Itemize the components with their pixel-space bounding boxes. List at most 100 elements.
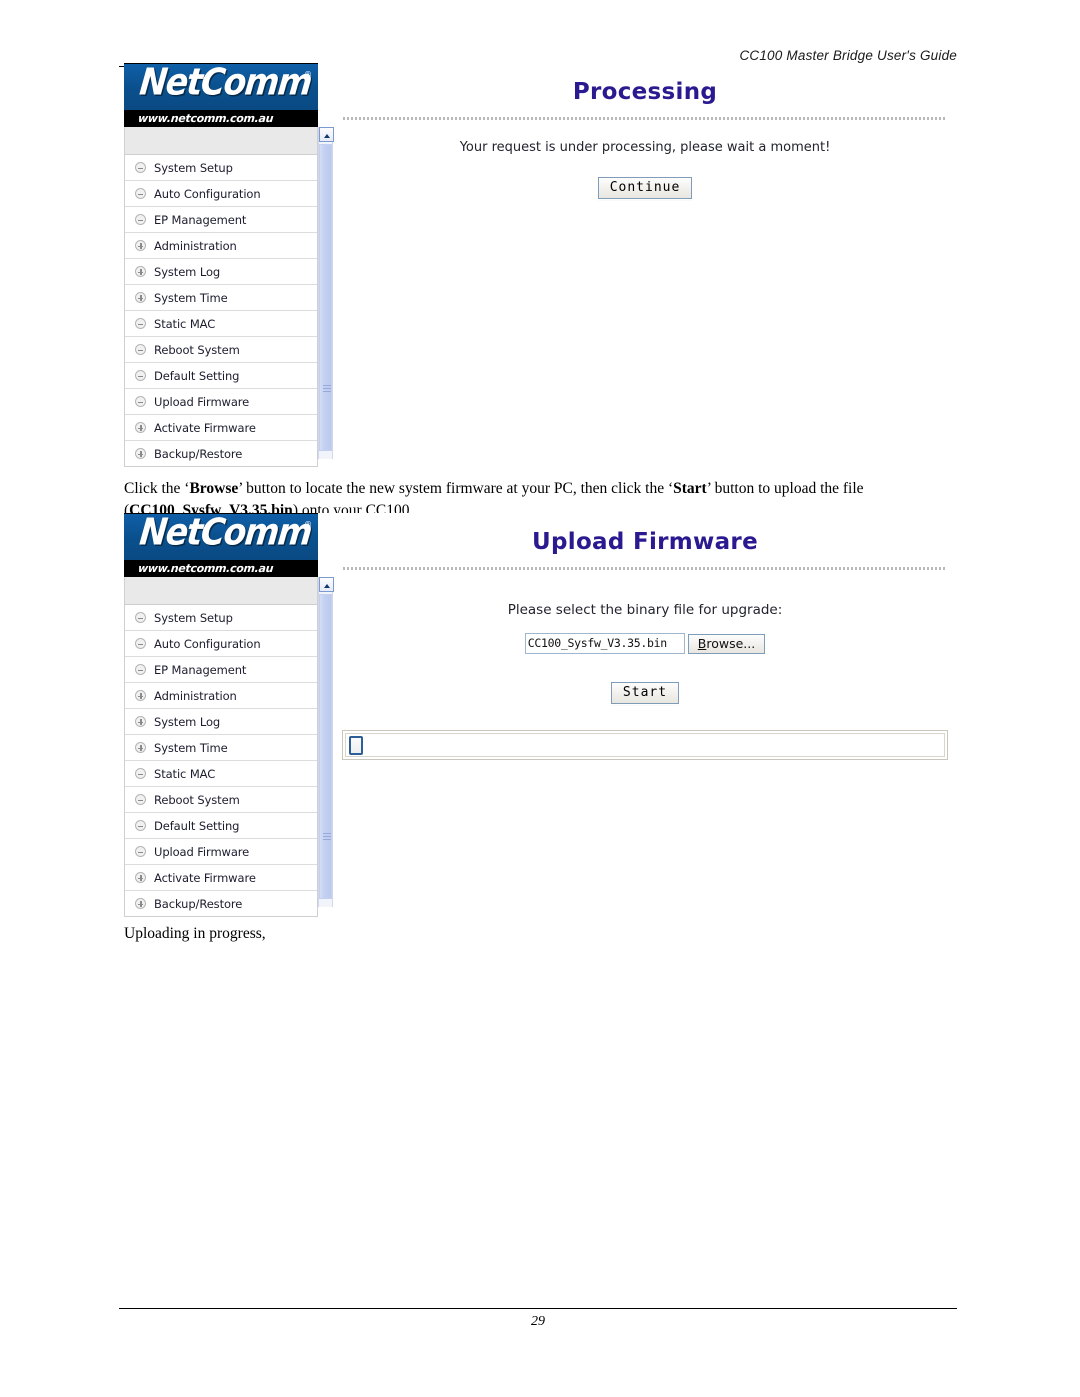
- sidebar-item-label: Upload Firmware: [154, 844, 250, 859]
- sidebar-item-administration[interactable]: Administration: [125, 232, 317, 258]
- sidebar-item-label: Administration: [154, 688, 237, 703]
- sidebar-item-label: Upload Firmware: [154, 394, 250, 409]
- minus-icon[interactable]: [135, 612, 146, 623]
- sidebar-item-system-log[interactable]: System Log: [125, 708, 317, 734]
- scroll-up-arrow-icon[interactable]: [319, 127, 334, 142]
- plus-icon[interactable]: [135, 898, 146, 909]
- processing-message: Your request is under processing, please…: [459, 140, 831, 155]
- minus-icon[interactable]: [135, 768, 146, 779]
- plus-icon[interactable]: [135, 266, 146, 277]
- netcomm-logo: NetComm ®: [124, 63, 318, 110]
- sidebar-item-label: Backup/Restore: [154, 446, 243, 461]
- sidebar-item-label: Activate Firmware: [154, 420, 256, 435]
- plus-icon[interactable]: [135, 240, 146, 251]
- title-divider: [343, 567, 947, 570]
- logo-url-bar: www.netcomm.com.au: [124, 560, 318, 577]
- sidebar-spacer: [124, 577, 318, 604]
- registered-trademark-icon: ®: [304, 70, 312, 79]
- minus-icon[interactable]: [135, 638, 146, 649]
- minus-icon[interactable]: [135, 344, 146, 355]
- minus-icon[interactable]: [135, 162, 146, 173]
- logo-url-bar: www.netcomm.com.au: [124, 110, 318, 127]
- plus-icon[interactable]: [135, 690, 146, 701]
- title-divider: [343, 117, 947, 120]
- sidebar-item-upload-firmware[interactable]: Upload Firmware: [125, 838, 317, 864]
- scroll-up-arrow-icon[interactable]: [319, 577, 334, 592]
- sidebar-item-static-mac[interactable]: Static MAC: [125, 760, 317, 786]
- firmware-file-input[interactable]: CC100_Sysfw_V3.35.bin: [524, 633, 685, 654]
- sidebar-menu: System Setup Auto Configuration EP Manag…: [124, 604, 318, 917]
- minus-icon[interactable]: [135, 318, 146, 329]
- sidebar: NetComm ® www.netcomm.com.au System Setu…: [124, 63, 318, 467]
- sidebar-item-label: Auto Configuration: [154, 186, 261, 201]
- page-footer: 29: [119, 1308, 957, 1330]
- sidebar-item-auto-configuration[interactable]: Auto Configuration: [125, 180, 317, 206]
- start-button[interactable]: Start: [609, 681, 681, 705]
- sidebar-item-reboot-system[interactable]: Reboot System: [125, 336, 317, 362]
- minus-icon[interactable]: [135, 664, 146, 675]
- sidebar-item-label: Reboot System: [154, 342, 240, 357]
- plus-icon[interactable]: [135, 292, 146, 303]
- page-title: Upload Firmware: [532, 529, 758, 555]
- plus-icon[interactable]: [135, 422, 146, 433]
- sidebar-item-label: Backup/Restore: [154, 896, 243, 911]
- upload-progress-bar: [342, 730, 948, 760]
- sidebar-item-label: Default Setting: [154, 818, 240, 833]
- plus-icon[interactable]: [135, 448, 146, 459]
- minus-icon[interactable]: [135, 794, 146, 805]
- scrollbar-thumb[interactable]: [319, 594, 332, 899]
- minus-icon[interactable]: [135, 188, 146, 199]
- minus-icon[interactable]: [135, 846, 146, 857]
- minus-icon[interactable]: [135, 370, 146, 381]
- sidebar-item-system-time[interactable]: System Time: [125, 734, 317, 760]
- page-title: Processing: [572, 79, 718, 105]
- sidebar-item-label: Static MAC: [154, 766, 216, 781]
- sidebar-item-activate-firmware[interactable]: Activate Firmware: [125, 414, 317, 440]
- sidebar-item-administration[interactable]: Administration: [125, 682, 317, 708]
- sidebar-item-ep-management[interactable]: EP Management: [125, 656, 317, 682]
- sidebar-item-system-time[interactable]: System Time: [125, 284, 317, 310]
- minus-icon[interactable]: [135, 396, 146, 407]
- plus-icon[interactable]: [135, 716, 146, 727]
- logo-url-text: www.netcomm.com.au: [137, 562, 274, 575]
- browse-button[interactable]: Browse...: [686, 632, 767, 655]
- page-number: 29: [531, 1314, 545, 1329]
- sidebar-item-label: Static MAC: [154, 316, 216, 331]
- sidebar-item-system-setup[interactable]: System Setup: [125, 154, 317, 180]
- sidebar-item-backup-restore[interactable]: Backup/Restore: [125, 890, 317, 916]
- scrollbar-thumb[interactable]: [319, 144, 332, 451]
- plus-icon[interactable]: [135, 742, 146, 753]
- logo-wordmark: NetComm: [137, 513, 314, 554]
- sidebar-item-default-setting[interactable]: Default Setting: [125, 362, 317, 388]
- sidebar-item-ep-management[interactable]: EP Management: [125, 206, 317, 232]
- sidebar-item-reboot-system[interactable]: Reboot System: [125, 786, 317, 812]
- upload-firmware-content: Upload Firmware Please select the binary…: [333, 513, 957, 907]
- sidebar-scrollbar[interactable]: [318, 577, 334, 907]
- sidebar-item-label: EP Management: [154, 212, 247, 227]
- para-bold-browse: Browse: [189, 480, 239, 497]
- sidebar-item-static-mac[interactable]: Static MAC: [125, 310, 317, 336]
- sidebar-scrollbar[interactable]: [318, 127, 334, 459]
- minus-icon[interactable]: [135, 820, 146, 831]
- sidebar-item-label: Activate Firmware: [154, 870, 256, 885]
- sidebar-item-label: System Setup: [154, 610, 233, 625]
- sidebar-item-backup-restore[interactable]: Backup/Restore: [125, 440, 317, 466]
- processing-content: Processing Your request is under process…: [333, 63, 957, 459]
- minus-icon[interactable]: [135, 214, 146, 225]
- logo-wordmark: NetComm: [137, 63, 314, 104]
- sidebar-item-upload-firmware[interactable]: Upload Firmware: [125, 388, 317, 414]
- plus-icon[interactable]: [135, 872, 146, 883]
- para-bold-start: Start: [673, 480, 707, 497]
- sidebar-item-label: System Log: [154, 714, 221, 729]
- continue-button[interactable]: Continue: [596, 176, 694, 200]
- sidebar-item-system-log[interactable]: System Log: [125, 258, 317, 284]
- sidebar-item-label: System Time: [154, 290, 228, 305]
- sidebar-item-auto-configuration[interactable]: Auto Configuration: [125, 630, 317, 656]
- uploading-progress-caption: Uploading in progress,: [124, 925, 266, 942]
- upload-instruction: Please select the binary file for upgrad…: [507, 602, 783, 618]
- sidebar-item-label: EP Management: [154, 662, 247, 677]
- sidebar-item-label: System Time: [154, 740, 228, 755]
- sidebar-item-default-setting[interactable]: Default Setting: [125, 812, 317, 838]
- sidebar-item-activate-firmware[interactable]: Activate Firmware: [125, 864, 317, 890]
- sidebar-item-system-setup[interactable]: System Setup: [125, 604, 317, 630]
